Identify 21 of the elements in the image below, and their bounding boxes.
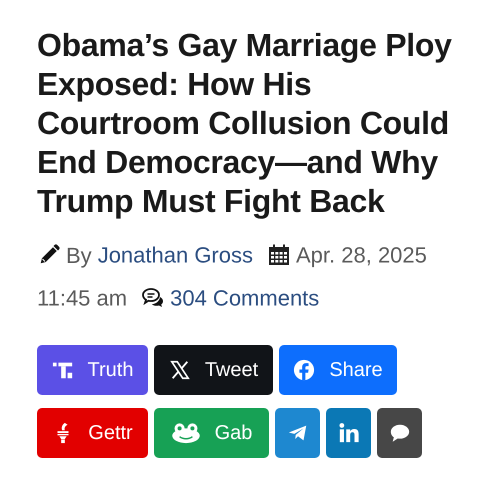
calendar-icon (267, 243, 291, 268)
post-date: Apr. 28, 2025 (296, 242, 427, 268)
truth-share-button[interactable]: Truth (37, 345, 148, 396)
gab-share-button[interactable]: Gab (154, 408, 269, 458)
linkedin-share-button[interactable] (326, 408, 371, 458)
x-logo-icon (168, 359, 191, 382)
facebook-logo-icon (293, 359, 316, 382)
author-link[interactable]: Jonathan Gross (98, 242, 253, 268)
facebook-share-button[interactable]: Share (279, 345, 397, 396)
comments-link[interactable]: 304 Comments (170, 285, 320, 310)
speech-bubble-icon (388, 422, 410, 444)
linkedin-logo-icon (338, 422, 360, 444)
frog-icon (170, 422, 201, 444)
gettr-share-button[interactable]: Gettr (37, 408, 148, 458)
comments-icon (141, 286, 166, 310)
x-share-button[interactable]: Tweet (154, 345, 273, 396)
telegram-share-button[interactable] (275, 408, 320, 458)
byline-prefix: By (66, 242, 92, 268)
comment-share-button[interactable] (377, 408, 422, 458)
post-time: 11:45 am (37, 285, 128, 310)
article-headline: Obama’s Gay Marriage Ploy Exposed: How His Courtroom Collusion Could End Democracy—and Why Trump Must Fight Back (37, 26, 453, 221)
